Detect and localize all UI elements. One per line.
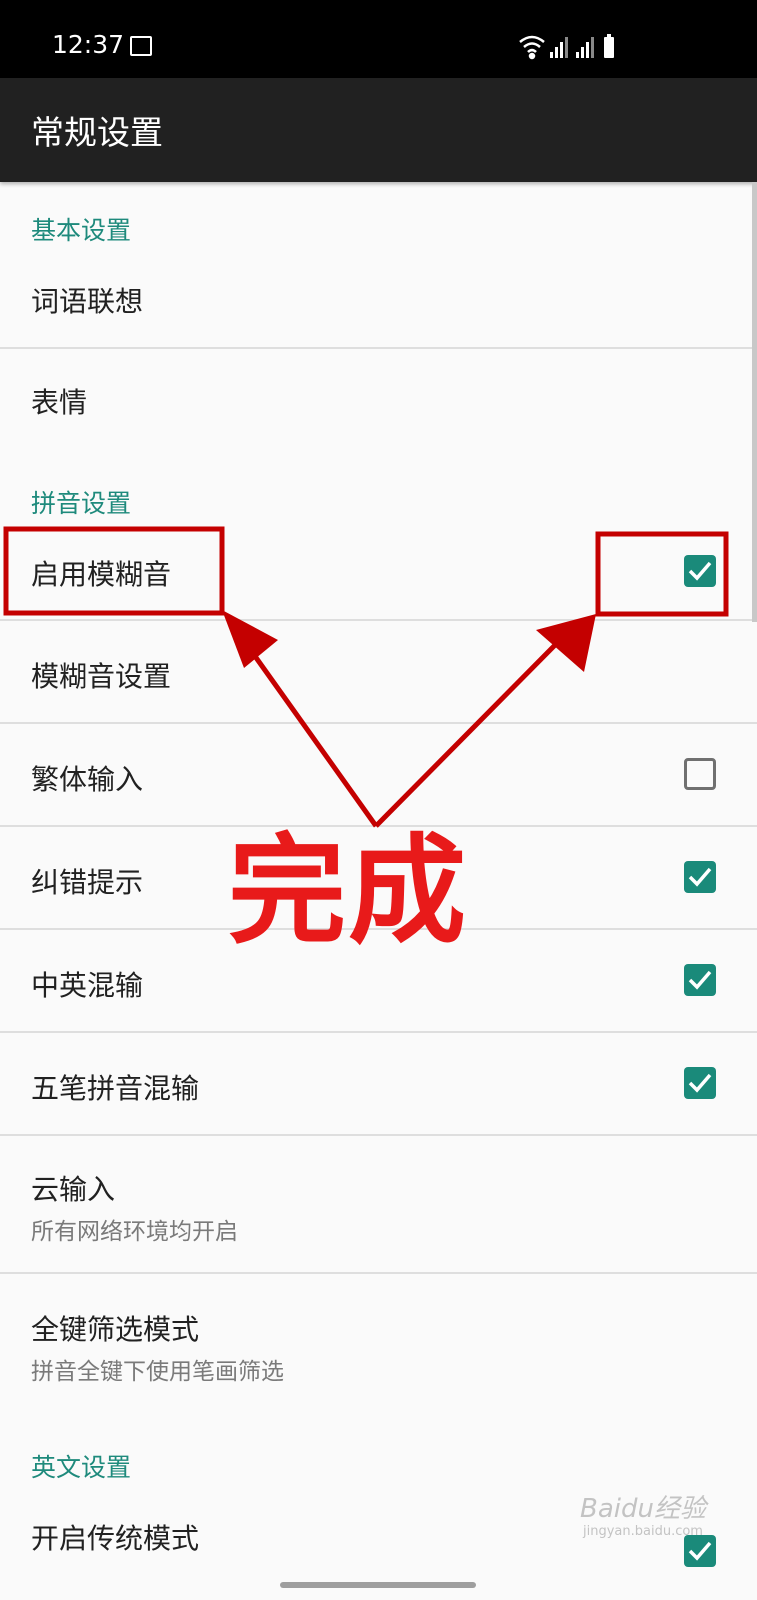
row-wubi-pinyin-mix[interactable]: 五笔拼音混输: [0, 1033, 757, 1134]
row-title: 繁体输入: [31, 763, 144, 796]
section-header-pinyin: 拼音设置: [31, 489, 132, 518]
app-bar: 常规设置: [0, 78, 757, 182]
status-icons: [519, 34, 614, 60]
nav-handle[interactable]: [280, 1582, 476, 1588]
section-header-basic: 基本设置: [31, 216, 132, 245]
fuzzy-enable-checkbox[interactable]: [684, 555, 716, 587]
check-icon: [688, 1073, 712, 1093]
row-fuzzy-enable[interactable]: 启用模糊音: [0, 519, 757, 619]
row-title: 中英混输: [31, 969, 144, 1002]
cn-en-mix-checkbox[interactable]: [684, 964, 716, 996]
row-emoji[interactable]: 表情: [0, 349, 757, 449]
scrollbar[interactable]: [752, 182, 757, 622]
check-icon: [688, 867, 712, 887]
watermark-logo: Baidu经验: [580, 1494, 706, 1524]
row-full-key-filter[interactable]: 全键筛选模式 拼音全键下使用笔画筛选: [0, 1274, 757, 1414]
row-title: 五笔拼音混输: [31, 1072, 200, 1105]
row-cloud-input[interactable]: 云输入 所有网络环境均开启: [0, 1136, 757, 1272]
wubi-pinyin-mix-checkbox[interactable]: [684, 1067, 716, 1099]
row-title: 模糊音设置: [31, 660, 172, 693]
status-bar: 12:37: [0, 0, 757, 78]
row-title: 启用模糊音: [31, 558, 172, 591]
row-fuzzy-settings[interactable]: 模糊音设置: [0, 621, 757, 722]
wifi-icon: [519, 35, 545, 60]
image-notification-icon: [130, 36, 152, 56]
row-title: 开启传统模式: [31, 1522, 200, 1555]
row-title: 云输入: [31, 1173, 116, 1206]
watermark-url: jingyan.baidu.com: [583, 1524, 703, 1539]
traditional-checkbox[interactable]: [684, 758, 716, 790]
signal-icon-1: [550, 37, 568, 58]
check-icon: [688, 1541, 712, 1561]
signal-icon-2: [576, 37, 594, 58]
row-subtitle: 拼音全键下使用笔画筛选: [31, 1359, 284, 1385]
annotation-text: 完成: [228, 822, 469, 960]
row-word-association[interactable]: 词语联想: [0, 262, 757, 348]
row-title: 词语联想: [31, 285, 144, 318]
check-icon: [688, 561, 712, 581]
row-title: 表情: [31, 386, 88, 419]
row-subtitle: 所有网络环境均开启: [31, 1219, 238, 1245]
page-title: 常规设置: [31, 113, 163, 152]
status-time: 12:37: [52, 30, 125, 59]
error-hint-checkbox[interactable]: [684, 861, 716, 893]
section-header-english: 英文设置: [31, 1453, 132, 1482]
check-icon: [688, 970, 712, 990]
battery-icon: [604, 34, 614, 58]
traditional-mode-checkbox[interactable]: [684, 1535, 716, 1567]
row-title: 全键筛选模式: [31, 1313, 200, 1346]
row-title: 纠错提示: [31, 866, 144, 899]
